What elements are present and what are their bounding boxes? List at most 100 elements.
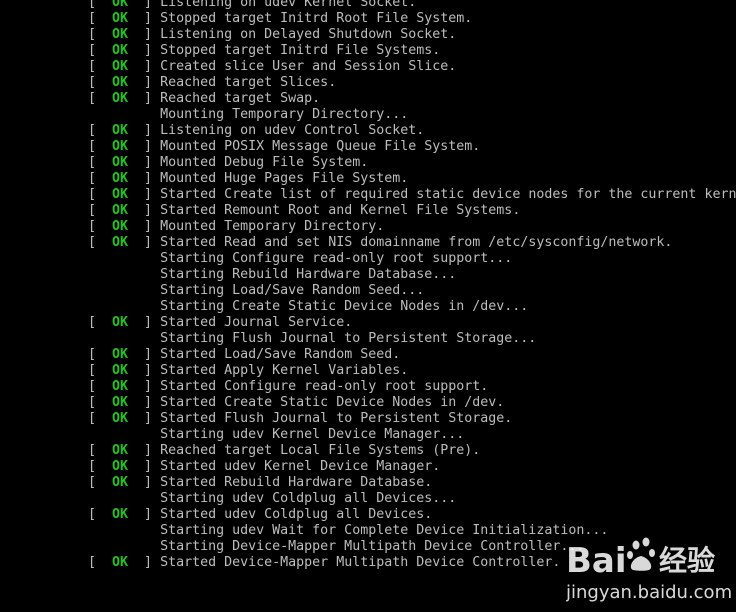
console-line: [ OK ] Listening on udev Kernel Socket.	[88, 0, 736, 11]
console-line: Starting Rebuild Hardware Database...	[88, 267, 736, 283]
status-spacer	[88, 331, 160, 346]
status-badge-ok: [ OK ]	[88, 475, 161, 490]
status-badge-ok: [ OK ]	[88, 123, 161, 138]
console-message: Started Device-Mapper Multipath Device C…	[160, 555, 561, 570]
console-line: [ OK ] Started Create Static Device Node…	[88, 395, 736, 411]
status-badge-ok: [ OK ]	[88, 11, 161, 26]
console-message: Starting Device-Mapper Multipath Device …	[160, 539, 585, 554]
status-ok-text: OK	[112, 347, 129, 362]
status-ok-text: OK	[112, 555, 129, 570]
status-badge-ok: [ OK ]	[88, 459, 161, 474]
console-line: [ OK ] Stopped target Initrd Root File S…	[88, 11, 736, 27]
status-ok-text: OK	[112, 379, 129, 394]
status-badge-ok: [ OK ]	[88, 219, 161, 234]
status-ok-text: OK	[112, 59, 129, 74]
console-line: Mounting Temporary Directory...	[88, 107, 736, 123]
console-line: [ OK ] Started Apply Kernel Variables.	[88, 363, 736, 379]
console-message: Starting Configure read-only root suppor…	[160, 251, 513, 266]
status-badge-ok: [ OK ]	[88, 59, 161, 74]
console-line: [ OK ] Started Rebuild Hardware Database…	[88, 475, 736, 491]
console-message: Started Flush Journal to Persistent Stor…	[160, 411, 513, 426]
console-line: [ OK ] Started Flush Journal to Persiste…	[88, 411, 736, 427]
status-badge-ok: [ OK ]	[88, 171, 161, 186]
console-line: [ OK ] Created slice User and Session Sl…	[88, 59, 736, 75]
status-ok-text: OK	[112, 315, 129, 330]
console-message: Stopped target Initrd Root File System.	[160, 11, 473, 26]
boot-console: [ OK ] Listening on udev Kernel Socket.[…	[88, 0, 736, 612]
status-badge-ok: [ OK ]	[88, 363, 161, 378]
console-line: Starting Configure read-only root suppor…	[88, 251, 736, 267]
baidu-jingyan-watermark: Bai 经验 jingyan.baidu.com	[566, 537, 732, 603]
console-line: [ OK ] Reached target Swap.	[88, 91, 736, 107]
console-line: [ OK ] Started Load/Save Random Seed.	[88, 347, 736, 363]
console-line: [ OK ] Started udev Coldplug all Devices…	[88, 507, 736, 523]
status-ok-text: OK	[112, 219, 129, 234]
status-badge-ok: [ OK ]	[88, 235, 161, 250]
status-badge-ok: [ OK ]	[88, 75, 161, 90]
status-badge-ok: [ OK ]	[88, 315, 161, 330]
console-message: Starting Rebuild Hardware Database...	[160, 267, 457, 282]
console-message: Mounted Temporary Directory.	[160, 219, 385, 234]
status-spacer	[88, 299, 160, 314]
console-line: Starting Load/Save Random Seed...	[88, 283, 736, 299]
console-line: [ OK ] Started Configure read-only root …	[88, 379, 736, 395]
console-line: [ OK ] Mounted Huge Pages File System.	[88, 171, 736, 187]
status-ok-text: OK	[112, 0, 129, 10]
console-line: [ OK ] Reached target Local File Systems…	[88, 443, 736, 459]
console-message: Started Create Static Device Nodes in /d…	[160, 395, 505, 410]
status-badge-ok: [ OK ]	[88, 347, 161, 362]
console-message: Started Journal Service.	[160, 315, 353, 330]
status-badge-ok: [ OK ]	[88, 139, 161, 154]
status-spacer	[88, 267, 160, 282]
status-ok-text: OK	[112, 363, 129, 378]
status-ok-text: OK	[112, 507, 129, 522]
status-ok-text: OK	[112, 75, 129, 90]
status-spacer	[88, 251, 160, 266]
status-badge-ok: [ OK ]	[88, 555, 161, 570]
status-badge-ok: [ OK ]	[88, 43, 161, 58]
console-message: Created slice User and Session Slice.	[160, 59, 457, 74]
status-badge-ok: [ OK ]	[88, 411, 161, 426]
console-line: [ OK ] Reached target Slices.	[88, 75, 736, 91]
console-line: [ OK ] Started Read and set NIS domainna…	[88, 235, 736, 251]
console-message: Started Remount Root and Kernel File Sys…	[160, 203, 521, 218]
console-line: [ OK ] Started Journal Service.	[88, 315, 736, 331]
console-message: Starting Flush Journal to Persistent Sto…	[160, 331, 537, 346]
console-line: [ OK ] Started udev Kernel Device Manage…	[88, 459, 736, 475]
console-line: Starting Flush Journal to Persistent Sto…	[88, 331, 736, 347]
console-message: Started udev Coldplug all Devices.	[160, 507, 433, 522]
status-spacer	[88, 491, 160, 506]
watermark-brand: Bai	[566, 541, 627, 581]
console-line: [ OK ] Started Remount Root and Kernel F…	[88, 203, 736, 219]
console-line: [ OK ] Mounted POSIX Message Queue File …	[88, 139, 736, 155]
console-message: Starting udev Kernel Device Manager...	[160, 427, 465, 442]
console-message: Started Apply Kernel Variables.	[160, 363, 409, 378]
status-badge-ok: [ OK ]	[88, 187, 161, 202]
console-message: Stopped target Initrd File Systems.	[160, 43, 441, 58]
status-ok-text: OK	[112, 395, 129, 410]
status-ok-text: OK	[112, 43, 129, 58]
console-message: Starting udev Coldplug all Devices...	[160, 491, 457, 506]
console-line: [ OK ] Mounted Debug File System.	[88, 155, 736, 171]
status-badge-ok: [ OK ]	[88, 443, 161, 458]
status-badge-ok: [ OK ]	[88, 27, 161, 42]
status-ok-text: OK	[112, 171, 129, 186]
console-line: Starting Create Static Device Nodes in /…	[88, 299, 736, 315]
status-badge-ok: [ OK ]	[88, 91, 161, 106]
status-ok-text: OK	[112, 11, 129, 26]
console-message: Reached target Slices.	[160, 75, 337, 90]
console-message: Listening on Delayed Shutdown Socket.	[160, 27, 457, 42]
status-badge-ok: [ OK ]	[88, 379, 161, 394]
console-line: [ OK ] Mounted Temporary Directory.	[88, 219, 736, 235]
status-badge-ok: [ OK ]	[88, 507, 161, 522]
status-ok-text: OK	[112, 155, 129, 170]
status-badge-ok: [ OK ]	[88, 155, 161, 170]
console-message: Reached target Swap.	[160, 91, 321, 106]
status-ok-text: OK	[112, 475, 129, 490]
console-message: Starting Create Static Device Nodes in /…	[160, 299, 529, 314]
console-message: Listening on udev Control Socket.	[160, 123, 425, 138]
console-message: Starting udev Wait for Complete Device I…	[160, 523, 609, 538]
status-badge-ok: [ OK ]	[88, 395, 161, 410]
console-message: Reached target Local File Systems (Pre).	[160, 443, 481, 458]
status-spacer	[88, 427, 160, 442]
